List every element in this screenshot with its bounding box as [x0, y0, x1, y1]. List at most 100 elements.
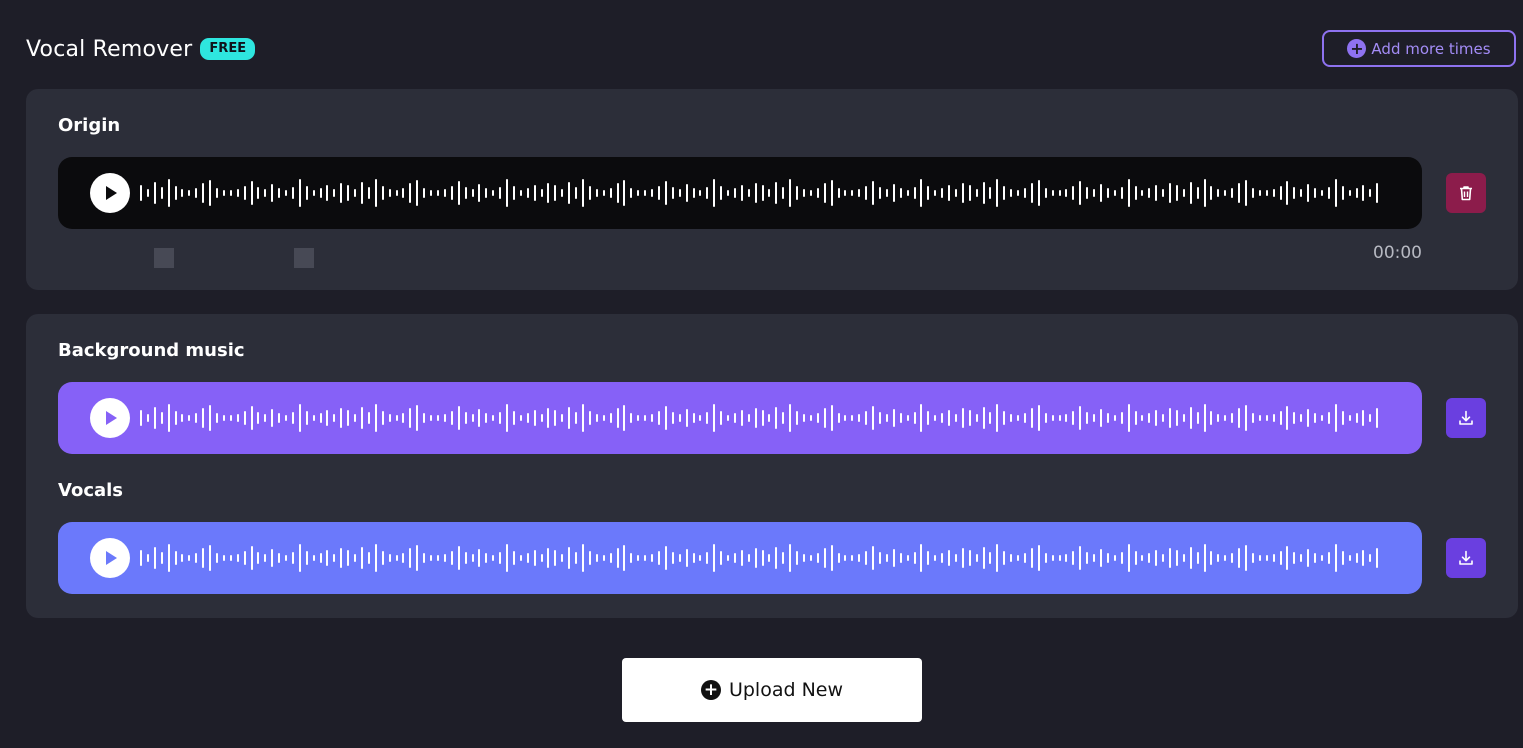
- add-more-times-button[interactable]: + Add more times: [1322, 30, 1516, 67]
- waveform-bar: [1169, 183, 1172, 203]
- waveform-bar: [354, 414, 357, 422]
- waveform-bar: [340, 183, 343, 203]
- waveform-bar: [1272, 414, 1275, 422]
- add-more-times-label: Add more times: [1371, 39, 1491, 58]
- waveform-bar: [450, 551, 453, 565]
- waveform-bar: [1258, 555, 1261, 561]
- waveform-bar: [830, 405, 833, 431]
- waveform-bar: [257, 187, 260, 199]
- waveform-bar: [1362, 185, 1365, 201]
- waveform-bar: [305, 186, 308, 200]
- waveform-bar: [188, 555, 191, 561]
- waveform-bar: [1010, 414, 1013, 422]
- waveform-bar: [602, 415, 605, 421]
- waveform-bar: [285, 415, 288, 421]
- waveform-bar: [775, 182, 778, 204]
- waveform-bar: [644, 190, 647, 196]
- delete-button[interactable]: [1446, 173, 1486, 213]
- trim-end-marker[interactable]: [294, 248, 314, 268]
- background-music-waveform[interactable]: [140, 403, 1380, 433]
- upload-new-button[interactable]: + Upload New: [622, 658, 922, 722]
- waveform-bar: [1320, 555, 1323, 561]
- waveform-bar: [906, 415, 909, 421]
- waveform-bar: [1307, 409, 1310, 427]
- waveform-bar: [844, 415, 847, 421]
- waveform-bar: [740, 550, 743, 566]
- waveform-bar: [1189, 547, 1192, 569]
- waveform-bar: [1093, 554, 1096, 562]
- waveform-bar: [388, 189, 391, 197]
- waveform-bar: [167, 544, 170, 572]
- waveform-bar: [575, 552, 578, 564]
- waveform-bar: [395, 415, 398, 421]
- waveform-bar: [271, 549, 274, 567]
- waveform-bar: [291, 187, 294, 199]
- waveform-bar: [616, 183, 619, 203]
- waveform-bar: [423, 553, 426, 563]
- waveform-bar: [1245, 180, 1247, 206]
- waveform-bar: [312, 415, 315, 421]
- waveform-bar: [499, 412, 502, 424]
- waveform-bar: [1231, 553, 1234, 563]
- waveform-bar: [485, 413, 488, 423]
- waveform-bar: [140, 410, 142, 426]
- download-vocals-button[interactable]: [1446, 538, 1486, 578]
- waveform-bar: [409, 183, 412, 203]
- waveform-bar: [671, 552, 674, 564]
- waveform-bar: [816, 553, 819, 563]
- waveform-bar: [1258, 415, 1261, 421]
- waveform-bar: [402, 413, 405, 423]
- waveform-bar: [706, 552, 709, 564]
- trim-start-marker[interactable]: [154, 248, 174, 268]
- waveform-bar: [823, 408, 826, 428]
- waveform-bar: [140, 550, 142, 566]
- waveform-bar: [837, 188, 840, 198]
- waveform-bar: [512, 411, 515, 425]
- background-music-play-button[interactable]: [90, 398, 130, 438]
- waveform-bar: [961, 548, 964, 568]
- origin-play-button[interactable]: [90, 173, 130, 213]
- waveform-bar: [1086, 552, 1089, 564]
- waveform-bar: [1369, 414, 1372, 422]
- waveform-bar: [775, 407, 778, 429]
- waveform-bar: [540, 414, 543, 422]
- page-title: Vocal Remover: [26, 36, 193, 62]
- waveform-bar: [906, 555, 909, 561]
- waveform-bar: [174, 551, 177, 565]
- waveform-bar: [1224, 555, 1227, 561]
- waveform-bar: [1245, 405, 1247, 431]
- waveform-bar: [519, 415, 522, 421]
- waveform-bar: [1314, 188, 1317, 198]
- waveform-bar: [885, 414, 888, 422]
- waveform-bar: [443, 554, 446, 562]
- origin-waveform[interactable]: [140, 178, 1380, 208]
- waveform-bar: [423, 188, 426, 198]
- waveform-bar: [699, 190, 702, 196]
- waveform-bar: [837, 553, 840, 563]
- waveform-bar: [699, 555, 702, 561]
- waveform-bar: [1355, 188, 1358, 198]
- waveform-bar: [803, 554, 805, 562]
- waveform-bar: [1196, 552, 1199, 564]
- waveform-bar: [533, 185, 536, 201]
- vocals-play-button[interactable]: [90, 538, 130, 578]
- waveform-bar: [713, 544, 716, 572]
- waveform-bar: [374, 544, 377, 572]
- waveform-bar: [1265, 555, 1268, 561]
- vocals-waveform[interactable]: [140, 543, 1380, 573]
- waveform-bar: [858, 414, 861, 422]
- waveform-bar: [1155, 410, 1158, 426]
- waveform-bar: [1217, 414, 1220, 422]
- waveform-bar: [968, 410, 971, 426]
- waveform-bar: [450, 411, 453, 425]
- waveform-bar: [1024, 188, 1026, 198]
- waveform-bar: [506, 404, 509, 432]
- waveform-bar: [1210, 411, 1213, 425]
- waveform-bar: [1175, 550, 1178, 566]
- download-background-button[interactable]: [1446, 398, 1486, 438]
- waveform-bar: [1217, 554, 1220, 562]
- waveform-bar: [236, 554, 239, 562]
- waveform-bar: [1314, 413, 1317, 423]
- waveform-bar: [623, 545, 626, 571]
- waveform-bar: [243, 186, 246, 200]
